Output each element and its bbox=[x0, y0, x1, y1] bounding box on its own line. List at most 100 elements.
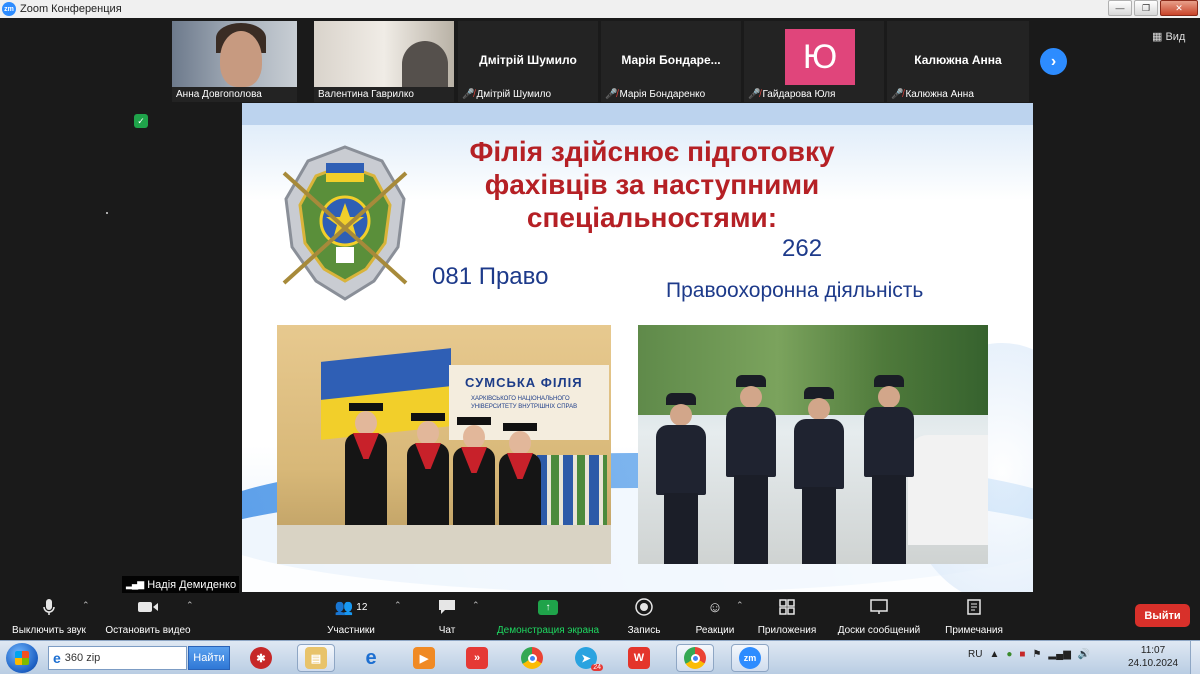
apps-button[interactable]: Приложения bbox=[754, 596, 820, 636]
participant-tile[interactable]: Марія Бондаре... 🎤̸ Марія Бондаренко bbox=[601, 21, 741, 102]
taskbar-app[interactable] bbox=[513, 644, 551, 672]
mic-muted-icon: 🎤̸ bbox=[748, 89, 761, 100]
taskbar-app[interactable]: » bbox=[458, 644, 496, 672]
participant-tile[interactable]: Дмітрій Шумило 🎤̸ Дмітрій Шумило bbox=[458, 21, 598, 102]
app-red-icon: ✱ bbox=[250, 647, 272, 669]
graduates-photo: СУМСЬКА ФІЛІЯ ХАРКІВСЬКОГО НАЦІОНАЛЬНОГО… bbox=[277, 325, 611, 564]
chevron-up-icon[interactable]: ⌃ bbox=[186, 600, 194, 611]
window-controls: — ❐ ✕ bbox=[1108, 0, 1198, 16]
chat-label: Чат bbox=[438, 625, 456, 636]
taskbar-clock[interactable]: 11:07 24.10.2024 bbox=[1128, 644, 1178, 670]
participant-silhouette bbox=[402, 41, 448, 87]
taskbar-app[interactable]: W bbox=[620, 644, 658, 672]
windows-taskbar: e Найти ✱ ▤ e ▶ » ➤24 W zm RU ▲ ● ■ ⚑ ▂▄… bbox=[0, 640, 1200, 674]
chrome-profile-icon bbox=[684, 647, 706, 669]
mic-muted-icon: 🎤̸ bbox=[605, 89, 618, 100]
tray-app-icon[interactable]: ● bbox=[1006, 649, 1012, 660]
meeting-area: Анна Довгополова Валентина Гаврилко Дміт… bbox=[0, 18, 1200, 594]
participant-name: Дмітрій Шумило bbox=[476, 89, 552, 100]
volume-icon[interactable]: 🔊 bbox=[1078, 649, 1090, 660]
participant-tile[interactable]: Ю 🎤̸ Гайдарова Юля bbox=[744, 21, 884, 102]
taskbar-app[interactable]: ➤ 24 bbox=[567, 644, 605, 672]
chevron-up-icon[interactable]: ⌃ bbox=[394, 600, 402, 611]
specialty-law: 081 Право bbox=[432, 263, 549, 290]
zoom-icon: zm bbox=[739, 647, 761, 669]
notes-label: Примечания bbox=[945, 625, 1003, 636]
maximize-button[interactable]: ❐ bbox=[1134, 0, 1158, 16]
chat-bubble-icon bbox=[428, 596, 466, 618]
clock-date: 24.10.2024 bbox=[1128, 658, 1179, 669]
chat-button[interactable]: Чат bbox=[428, 596, 466, 636]
chevron-up-icon[interactable]: ⌃ bbox=[472, 600, 480, 611]
tray-expand-icon[interactable]: ▲ bbox=[989, 649, 999, 660]
next-page-icon[interactable]: › bbox=[1040, 48, 1067, 75]
participant-name-bar: 🎤̸ Калюжна Анна bbox=[891, 89, 974, 100]
leave-button[interactable]: Выйти bbox=[1135, 604, 1190, 627]
participant-tile[interactable]: Анна Довгополова bbox=[172, 21, 297, 102]
view-button[interactable]: ▦ Вид bbox=[1152, 30, 1185, 43]
slide-title: Філія здійснює підготовку фахівців за на… bbox=[469, 136, 835, 233]
start-button[interactable] bbox=[6, 643, 38, 673]
notes-button[interactable]: Примечания bbox=[940, 596, 1008, 636]
mute-button[interactable]: Выключить звук bbox=[8, 596, 90, 636]
branch-sign-title: СУМСЬКА ФІЛІЯ bbox=[465, 375, 583, 390]
media-player-icon: ▶ bbox=[413, 647, 435, 669]
show-desktop-button[interactable] bbox=[1190, 641, 1200, 674]
network-signal-icon[interactable]: ▂▄▆ bbox=[1048, 649, 1070, 660]
taskbar-app[interactable]: ✱ bbox=[242, 644, 280, 672]
taskbar-search[interactable]: e bbox=[48, 646, 187, 670]
record-label: Запись bbox=[627, 625, 661, 636]
share-screen-icon: ↑ bbox=[490, 596, 606, 618]
search-go-button[interactable]: Найти bbox=[188, 646, 230, 670]
taskbar-app[interactable]: e bbox=[352, 644, 390, 672]
participant-display-name: Дмітрій Шумило bbox=[479, 53, 577, 67]
close-button[interactable]: ✕ bbox=[1160, 0, 1198, 16]
grid-view-icon: ▦ bbox=[1152, 31, 1166, 43]
participant-name-bar: 🎤̸ Марія Бондаренко bbox=[605, 89, 705, 100]
security-shield-icon[interactable]: ✓ bbox=[134, 114, 148, 128]
tray-flag-icon[interactable]: ⚑ bbox=[1032, 649, 1041, 660]
notes-icon bbox=[940, 596, 1008, 618]
clock-time: 11:07 bbox=[1140, 645, 1166, 656]
participants-label: Участники bbox=[327, 625, 375, 636]
taskbar-app[interactable]: zm bbox=[731, 644, 769, 672]
tray-shield-icon[interactable]: ■ bbox=[1019, 649, 1025, 660]
wps-office-icon: W bbox=[628, 647, 650, 669]
share-screen-label: Демонстрация экрана bbox=[496, 625, 600, 636]
mic-muted-icon: 🎤̸ bbox=[462, 89, 475, 100]
stop-video-button[interactable]: Остановить видео bbox=[100, 596, 196, 636]
reactions-button[interactable]: ☺ Реакции bbox=[690, 596, 740, 637]
mic-muted-icon: 🎤̸ bbox=[891, 89, 904, 100]
minimize-button[interactable]: — bbox=[1108, 0, 1132, 16]
participants-button[interactable]: 👥 12 Участники bbox=[318, 596, 384, 636]
window-title: Zoom Конференция bbox=[20, 3, 122, 15]
whiteboard-icon bbox=[833, 596, 925, 618]
taskbar-app[interactable]: ▤ bbox=[297, 644, 335, 672]
record-button[interactable]: Запись bbox=[620, 596, 668, 636]
chevron-up-icon[interactable]: ⌃ bbox=[82, 600, 90, 611]
title-bar: zm Zoom Конференция — ❐ ✕ bbox=[0, 0, 1200, 18]
record-icon bbox=[620, 596, 668, 618]
slide-header-band bbox=[242, 103, 1033, 125]
participant-name-bar: 🎤̸ Гайдарова Юля bbox=[748, 89, 835, 100]
participant-name: Марія Бондаренко bbox=[619, 89, 706, 100]
taskbar-app[interactable] bbox=[676, 644, 714, 672]
zoom-window: zm Zoom Конференция — ❐ ✕ Анна Довгополо… bbox=[0, 0, 1200, 674]
participant-tile[interactable]: Валентина Гаврилко bbox=[314, 21, 454, 102]
share-screen-button[interactable]: ↑ Демонстрация экрана bbox=[490, 596, 606, 636]
taskbar-search-input[interactable] bbox=[64, 652, 175, 664]
ie-search-icon: e bbox=[53, 650, 61, 666]
taskbar-app[interactable]: ▶ bbox=[405, 644, 443, 672]
stray-pixel bbox=[106, 212, 108, 214]
signal-strength-icon: ▂▄▆ bbox=[126, 579, 144, 589]
system-tray: RU ▲ ● ■ ⚑ ▂▄▆ 🔊 bbox=[968, 649, 1090, 660]
participant-name: Гайдарова Юля bbox=[762, 89, 836, 100]
shared-screen-slide: Філія здійснює підготовку фахівців за на… bbox=[242, 103, 1033, 592]
mute-label: Выключить звук bbox=[12, 625, 86, 636]
chevron-up-icon[interactable]: ⌃ bbox=[736, 600, 744, 611]
apps-icon bbox=[754, 596, 820, 618]
anydesk-icon: » bbox=[466, 647, 488, 669]
language-indicator[interactable]: RU bbox=[968, 649, 982, 660]
participant-tile[interactable]: Калюжна Анна 🎤̸ Калюжна Анна bbox=[887, 21, 1029, 102]
whiteboards-button[interactable]: Доски сообщений bbox=[833, 596, 925, 636]
